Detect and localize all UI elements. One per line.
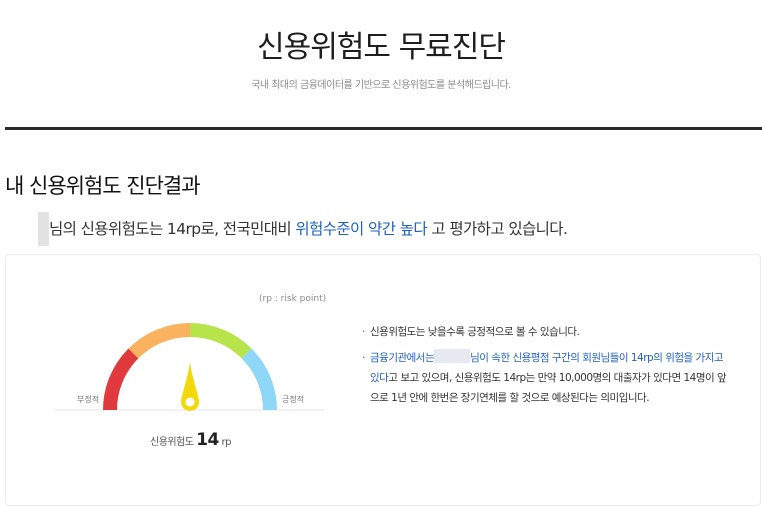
- score-value: 14: [196, 430, 219, 450]
- score-display: 신용위험도 14 rp: [150, 430, 232, 450]
- gauge-segment-1: [103, 348, 139, 411]
- risk-level-highlight: 위험수준이 약간 높다: [295, 220, 428, 238]
- info-item: 신용위험도는 낮을수록 긍정적으로 볼 수 있습니다.: [362, 322, 732, 342]
- result-text-before: 님의 신용위험도는 14rp로, 전국민대비: [49, 220, 296, 238]
- gauge-segment-3: [189, 323, 252, 359]
- user-name-mask: [38, 212, 49, 246]
- result-text-after: 고 평가하고 있습니다.: [427, 220, 568, 238]
- gauge-low-label: 부정적: [77, 395, 100, 404]
- gauge-segment-4: [241, 348, 277, 411]
- score-unit: rp: [221, 437, 232, 448]
- header-divider: [5, 127, 762, 130]
- gauge-segment-2: [128, 323, 191, 359]
- info-item: 금융기관에서는님이 속한 신용평점 구간의 회원님들이 14rp의 위험을 가지…: [362, 348, 732, 408]
- result-summary: 님의 신용위험도는 14rp로, 전국민대비 위험수준이 약간 높다 고 평가하…: [38, 212, 568, 246]
- info-item-1-text: 신용위험도는 낮을수록 긍정적으로 볼 수 있습니다.: [370, 326, 580, 338]
- gauge-needle-hub: [185, 397, 195, 407]
- info-name-mask: [434, 349, 471, 363]
- gauge-high-label: 긍정적: [282, 395, 305, 404]
- page-title: 신용위험도 무료진단: [257, 30, 506, 65]
- info-item-2-prefix: 금융기관에서는: [370, 352, 435, 364]
- info-item-2-rest: 고 보고 있으며, 신용위험도 14rp는 만약 10,000명의 대출자가 있…: [370, 372, 727, 404]
- info-list: 신용위험도는 낮을수록 긍정적으로 볼 수 있습니다. 금융기관에서는님이 속한…: [362, 322, 732, 408]
- section-title: 내 신용위험도 진단결과: [5, 174, 201, 198]
- page-subtitle: 국내 최대의 금융데이터를 기반으로 신용위험도를 분석해드립니다.: [251, 80, 511, 91]
- score-label: 신용위험도: [150, 437, 194, 448]
